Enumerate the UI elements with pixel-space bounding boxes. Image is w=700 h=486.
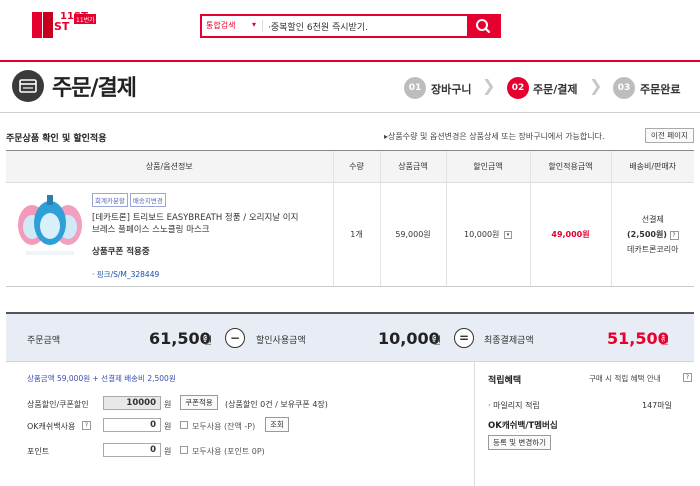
okcashbag-label: OK캐쉬백사용 [27,422,76,431]
step-3-label: 주문완료 [640,83,681,96]
order-amount-unit: 원 [203,336,213,347]
search-icon [476,19,491,34]
shipping-fee: (2,500원) [626,230,667,239]
point-use-all-checkbox[interactable] [180,446,188,454]
dropdown-icon[interactable]: ▾ [503,230,512,239]
point-input[interactable] [103,443,161,457]
col-discounted-price: 할인적용금액 [529,150,611,183]
discount-panel: 상품금액 59,000원 + 선결제 배송비 2,500원 상품할인/쿠폰할인 … [6,362,474,486]
chevron-right-icon: ❯ [482,76,496,95]
order-note: ▸상품수량 및 옵션변경은 상품상세 또는 장바구니에서 가능합니다. [384,132,605,141]
benefits-title: 적립혜택 [488,376,522,386]
order-section-title: 주문상품 확인 및 할인적용 [6,134,107,144]
quantity-cell: 1개 [332,182,380,287]
discounted-price-cell: 49,000원 [529,182,611,287]
step-2-label: 주문/결제 [533,83,578,96]
help-icon[interactable]: ? [683,373,692,382]
search-input[interactable] [268,18,458,34]
product-cell: 회계카분할 배송지변경 [데카트론] 트리보드 EASYBREATH 정품 / 오… [6,182,333,287]
step-1-number: 01 [404,77,426,99]
okcashbag-use-all-label: 모두사용 (잔액 -P) [192,422,256,431]
product-image[interactable] [16,191,84,259]
header-divider [0,60,700,62]
mileage-value: 147마일 [642,401,672,410]
shipping-type: 선결제 [641,215,664,224]
order-amount: 61,500 [149,329,211,348]
seller-name[interactable]: 데카트론코리아 [612,244,695,255]
benefits-note[interactable]: 구매 시 적립 혜택 안내 [589,373,661,384]
okcashbag-use-all-checkbox[interactable] [180,421,188,429]
apply-coupon-button[interactable]: 쿠폰적용 [180,395,218,410]
col-discount: 할인금액 [445,150,530,183]
benefits-panel: 적립혜택 구매 시 적립 혜택 안내 ? · 마일리지 적립 147마일 OK캐… [474,362,694,486]
discount-cell: 10,000원 ▾ [445,182,530,287]
okcashbag-unit: 원 [164,422,172,431]
okcashbag-tmembership-title: OK캐쉬백/T멤버십 [488,421,558,431]
chevron-right-icon: ❯ [589,76,603,95]
equals-icon: = [454,328,474,348]
amount-breakdown: 상품금액 59,000원 + 선결제 배송비 2,500원 [27,374,176,383]
discount-amount: 10,000 [378,329,440,348]
prev-page-button[interactable]: 이전 페이지 [645,128,694,143]
step-2-number: 02 [507,77,529,99]
title-divider [0,112,700,113]
discount-amount-label: 할인사용금액 [256,336,306,346]
summary-band [6,314,694,362]
search-category[interactable]: 통합검색 [206,20,235,31]
price-cell: 59,000원 [379,182,446,287]
discount-value: 10,000원 [464,230,500,239]
product-name[interactable]: [데카트론] 트리보드 EASYBREATH 정품 / 오리지날 이지브레스 풀… [92,212,302,236]
chevron-down-icon[interactable]: ▾ [252,20,256,29]
col-quantity: 수량 [332,150,380,183]
help-icon[interactable]: ? [669,231,679,240]
final-amount-unit: 원 [660,336,670,347]
coupon-status: 상품쿠폰 적용중 [92,247,150,257]
table-row: 회계카분할 배송지변경 [데카트론] 트리보드 EASYBREATH 정품 / 오… [6,182,695,287]
search-bar: 통합검색 ▾ [200,14,501,38]
col-product: 상품/옵션정보 [6,150,333,183]
coupon-label: 상품할인/쿠폰할인 [27,400,89,409]
coupon-amount-input[interactable] [103,396,161,410]
mileage-label: · 마일리지 적립 [488,401,540,410]
coupon-unit: 원 [164,400,172,409]
wallet-icon [12,70,44,102]
step-3-number: 03 [613,77,635,99]
point-unit: 원 [164,447,172,456]
minus-icon: − [225,328,245,348]
help-icon[interactable]: ? [82,421,91,430]
order-table: 상품/옵션정보 수량 상품금액 할인금액 할인적용금액 배송비/판매자 회계카분… [6,150,694,287]
site-logo[interactable]: ST 11ST 11번가 [30,8,100,48]
product-option: · 핑크/S/M_328449 [92,270,160,279]
final-amount-label: 최종결제금액 [484,336,534,346]
badge-installment: 회계카분할 [92,193,128,207]
col-shipping-seller: 배송비/판매자 [610,150,694,183]
shipping-cell: 선결제 (2,500원) ? 데카트론코리아 [610,182,695,287]
search-button[interactable] [467,16,499,36]
badge-group: 회계카분할 배송지변경 [92,193,168,207]
col-price: 상품금액 [379,150,446,183]
okcashbag-check-button[interactable]: 조회 [265,417,289,432]
order-amount-label: 주문금액 [27,336,61,346]
point-label: 포인트 [27,447,50,456]
register-change-button[interactable]: 등록 및 변경하기 [488,435,551,450]
logo-small: 11번가 [76,17,95,24]
step-1-label: 장바구니 [431,83,472,96]
point-use-all-label: 모두사용 (포인트 0P) [192,447,265,456]
coupon-info: (상품할인 0건 / 보유쿠폰 4장) [225,400,328,409]
search-separator [262,20,263,32]
badge-address-change: 배송지변경 [129,193,166,207]
okcashbag-input[interactable] [103,418,161,432]
page-title: 주문/결제 [52,76,137,101]
discount-amount-unit: 원 [432,336,442,347]
